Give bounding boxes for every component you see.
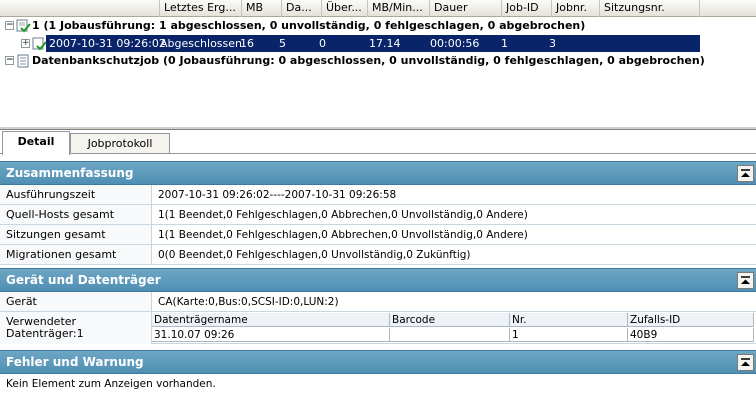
- summary-section-header: Zusammenfassung: [0, 161, 756, 185]
- device-section-header: Gerät und Datenträger: [0, 268, 756, 292]
- db-protection-job-label: Datenbankschutzjob (0 Jobausführung: 0 a…: [32, 54, 705, 67]
- run-mb: 16: [240, 37, 254, 50]
- sessions-value: 1(1 Beendet,0 Fehlgeschlagen,0 Abbrechen…: [158, 229, 528, 241]
- execution-time-value: 2007-10-31 09:26:02----2007-10-31 09:26:…: [158, 189, 397, 201]
- job-grid-header: Letztes Erg... MB Da... Über... MB/Min..…: [0, 0, 756, 17]
- column-header-blank[interactable]: [0, 0, 160, 17]
- errors-empty-message: Kein Element zum Anzeigen vorhanden.: [6, 378, 216, 390]
- collapse-section-icon[interactable]: [737, 165, 754, 182]
- medium-header-nr: Nr.: [510, 313, 628, 327]
- sessions-label: Sitzungen gesamt: [0, 225, 152, 244]
- column-header-filler: [700, 0, 756, 17]
- job-group-row[interactable]: − 1 (1 Jobausführung: 1 abgeschlossen, 0…: [0, 17, 756, 35]
- job-run-row[interactable]: 2007-10-31 09:26:02 Abgeschlossen 16 5 0…: [46, 35, 700, 52]
- summary-row-migrations: Migrationen gesamt 0(0 Beendet,0 Fehlges…: [0, 245, 756, 265]
- source-hosts-label: Quell-Hosts gesamt: [0, 205, 152, 224]
- tab-jobprotokoll[interactable]: Jobprotokoll: [70, 133, 170, 155]
- column-header-da[interactable]: Da...: [282, 0, 322, 17]
- medium-value-barcode: [390, 328, 510, 342]
- run-result: Abgeschlossen: [160, 37, 242, 50]
- collapse-section-icon[interactable]: [737, 272, 754, 289]
- medium-header-name: Datenträgername: [152, 313, 390, 327]
- column-header-mb-min[interactable]: MB/Min...: [368, 0, 430, 17]
- column-header-last-result[interactable]: Letztes Erg...: [160, 0, 242, 17]
- detail-panel: Zusammenfassung Ausführungszeit 2007-10-…: [0, 154, 756, 395]
- tab-detail[interactable]: Detail: [2, 131, 70, 155]
- summary-row-execution-time: Ausführungszeit 2007-10-31 09:26:02----2…: [0, 185, 756, 205]
- run-mb-min: 17.14: [369, 37, 401, 50]
- summary-row-sessions: Sitzungen gesamt 1(1 Beendet,0 Fehlgesch…: [0, 225, 756, 245]
- medium-header-random-id: Zufalls-ID: [628, 313, 754, 327]
- medium-label-line2: Datenträger:1: [6, 327, 84, 340]
- tab-bar: Detail Jobprotokoll: [0, 130, 756, 155]
- medium-header-barcode: Barcode: [390, 313, 510, 327]
- device-row: Gerät CA(Karte:0,Bus:0,SCSI-ID:0,LUN:2): [0, 292, 756, 312]
- column-header-sitzungsnr[interactable]: Sitzungsnr.: [600, 0, 700, 17]
- column-header-dauer[interactable]: Dauer: [430, 0, 502, 17]
- run-start-time: 2007-10-31 09:26:02: [49, 37, 166, 50]
- medium-label: Verwendeter Datenträger:1: [0, 312, 152, 344]
- collapse-node-icon[interactable]: −: [5, 21, 14, 30]
- migrations-label: Migrationen gesamt: [0, 245, 152, 264]
- source-hosts-value: 1(1 Beendet,0 Fehlgeschlagen,0 Abbrechen…: [158, 209, 528, 221]
- expand-node-icon[interactable]: +: [21, 39, 30, 48]
- device-value: CA(Karte:0,Bus:0,SCSI-ID:0,LUN:2): [158, 296, 339, 308]
- db-protection-job-row[interactable]: − Datenbankschutzjob (0 Jobausführung: 0…: [0, 52, 756, 70]
- column-header-mb[interactable]: MB: [242, 0, 282, 17]
- errors-section-header: Fehler und Warnung: [0, 350, 756, 374]
- collapse-section-icon[interactable]: [737, 354, 754, 371]
- medium-row: Verwendeter Datenträger:1 Datenträgernam…: [0, 312, 756, 344]
- run-dauer: 00:00:56: [430, 37, 480, 50]
- job-grid: Letztes Erg... MB Da... Über... MB/Min..…: [0, 0, 756, 128]
- migrations-value: 0(0 Beendet,0 Fehlgeschlagen,0 Unvollstä…: [158, 249, 471, 261]
- run-success-icon: [32, 37, 47, 51]
- job-success-icon: [16, 19, 31, 33]
- device-label: Gerät: [0, 292, 152, 311]
- errors-section-title: Fehler und Warnung: [6, 355, 144, 369]
- run-jobnr: 3: [549, 37, 556, 50]
- column-header-ueber[interactable]: Über...: [322, 0, 368, 17]
- medium-value-nr: 1: [510, 328, 628, 342]
- run-ueber: 0: [319, 37, 326, 50]
- job-group-label: 1 (1 Jobausführung: 1 abgeschlossen, 0 u…: [32, 19, 586, 32]
- execution-time-label: Ausführungszeit: [0, 185, 152, 204]
- run-da: 5: [279, 37, 286, 50]
- device-section-title: Gerät und Datenträger: [6, 273, 161, 287]
- column-header-job-id[interactable]: Job-ID: [502, 0, 552, 17]
- job-document-icon: [16, 54, 31, 68]
- medium-value-random-id: 40B9: [628, 328, 754, 342]
- summary-row-source-hosts: Quell-Hosts gesamt 1(1 Beendet,0 Fehlges…: [0, 205, 756, 225]
- collapse-node-icon[interactable]: −: [5, 56, 14, 65]
- medium-value-name: 31.10.07 09:26: [152, 328, 390, 342]
- summary-section-title: Zusammenfassung: [6, 166, 134, 180]
- column-header-jobnr[interactable]: Jobnr.: [552, 0, 600, 17]
- run-job-id: 1: [501, 37, 508, 50]
